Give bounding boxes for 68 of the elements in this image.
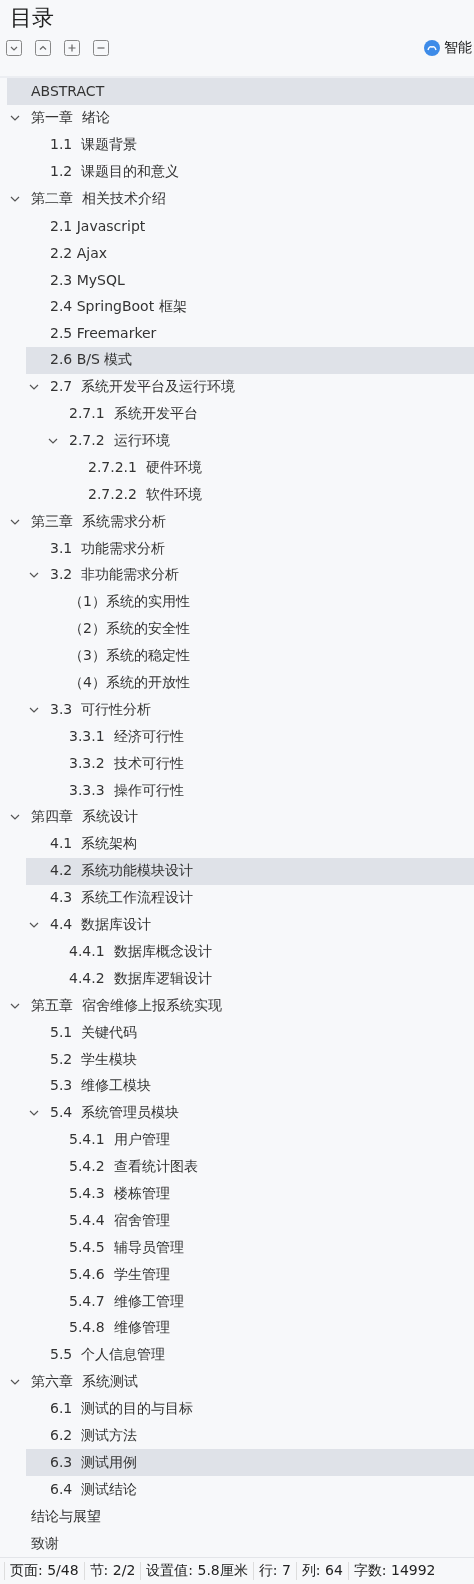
toc-entry[interactable]: （2）系统的安全性 — [45, 615, 474, 643]
toc-entry[interactable]: 第五章 宿舍维修上报系统实现 — [7, 992, 474, 1020]
toc-entry[interactable]: 2.2 Ajax — [26, 239, 474, 267]
toc-entry[interactable]: 6.1 测试的目的与目标 — [26, 1395, 474, 1423]
toc-entry[interactable]: （3）系统的稳定性 — [45, 642, 474, 670]
toc-entry[interactable]: 第四章 系统设计 — [7, 804, 474, 831]
toc-entry[interactable]: 2.7.1 系统开发平台 — [45, 400, 474, 428]
toc-entry[interactable]: 2.7.2.2 软件环境 — [64, 481, 474, 509]
plus-icon[interactable] — [64, 40, 80, 56]
toc-entry[interactable]: 4.4.2 数据库逻辑设计 — [45, 965, 474, 993]
toc-entry[interactable]: 5.4.6 学生管理 — [45, 1261, 474, 1289]
toc-entry[interactable]: （1）系统的实用性 — [45, 588, 474, 616]
toc-entry[interactable]: 4.3 系统工作流程设计 — [26, 884, 474, 912]
toc-entry[interactable]: 5.4.3 楼栋管理 — [45, 1180, 474, 1208]
toc-entry[interactable]: 3.3.3 操作可行性 — [45, 777, 474, 805]
toc-entry[interactable]: 6.4 测试结论 — [26, 1476, 474, 1504]
panel-title: 目录 — [9, 4, 54, 32]
toc-entry[interactable]: ABSTRACT — [7, 78, 474, 105]
toc-entry[interactable]: 第二章 相关技术介绍 — [7, 185, 474, 213]
toc-entry[interactable]: 4.2 系统功能模块设计 — [26, 857, 474, 885]
status-item: 行: 7 — [252, 1562, 296, 1580]
toc-entry[interactable]: 3.3.2 技术可行性 — [45, 750, 474, 778]
toc-entry[interactable]: 第三章 系统需求分析 — [7, 508, 474, 536]
toc-entry[interactable]: 2.6 B/S 模式 — [26, 346, 474, 374]
status-item: 列: 64 — [295, 1562, 348, 1580]
toc-entry[interactable]: 4.1 系统架构 — [26, 830, 474, 858]
toc-entry[interactable]: 2.7 系统开发平台及运行环境 — [26, 373, 474, 401]
toc-entry[interactable]: 3.3 可行性分析 — [26, 696, 474, 724]
toc-entry[interactable]: 5.1 关键代码 — [26, 1019, 474, 1047]
toc-entry[interactable]: 1.2 课题目的和意义 — [26, 158, 474, 186]
toc-entry[interactable]: （4）系统的开放性 — [45, 669, 474, 697]
toc-entry[interactable]: 5.2 学生模块 — [26, 1046, 474, 1073]
toc-entry[interactable]: 2.3 MySQL — [26, 266, 474, 294]
smart-assistant-button[interactable]: 智能 — [424, 39, 472, 57]
toc-entry[interactable]: 6.3 测试用例 — [26, 1449, 474, 1477]
toc-entry[interactable]: 5.4 系统管理员模块 — [26, 1099, 474, 1127]
toc-entry[interactable]: 3.2 非功能需求分析 — [26, 562, 474, 589]
toc-entry[interactable]: 2.7.2 运行环境 — [45, 427, 474, 455]
toc-entry[interactable]: 5.5 个人信息管理 — [26, 1341, 474, 1369]
toc-entry[interactable]: 3.3.1 经济可行性 — [45, 723, 474, 751]
collapse-all-icon[interactable] — [35, 40, 51, 56]
toc-entry[interactable]: 5.4.7 维修工管理 — [45, 1288, 474, 1315]
toc-entry[interactable]: 2.5 Freemarker — [26, 320, 474, 347]
toc-entry[interactable]: 5.4.8 维修管理 — [45, 1314, 474, 1342]
status-item: 页面: 5/48 — [4, 1562, 84, 1580]
toc-entry[interactable]: 第六章 系统测试 — [7, 1368, 474, 1396]
toc-entry[interactable]: 第一章 绪论 — [7, 104, 474, 132]
toc-entry[interactable]: 致谢 — [7, 1530, 474, 1557]
toc-entry[interactable]: 1.1 课题背景 — [26, 131, 474, 159]
cloud-icon — [424, 40, 440, 56]
toc-entry[interactable]: 5.4.4 宿舍管理 — [45, 1207, 474, 1235]
status-item: 字数: 14992 — [347, 1562, 441, 1580]
toc-entry[interactable]: 6.2 测试方法 — [26, 1422, 474, 1450]
toc-entry[interactable]: 2.7.2.1 硬件环境 — [64, 454, 474, 482]
toc-entry[interactable]: 4.4 数据库设计 — [26, 911, 474, 939]
minus-icon[interactable] — [93, 40, 109, 56]
toc-entry[interactable]: 3.1 功能需求分析 — [26, 535, 474, 563]
toc-entry[interactable]: 5.3 维修工模块 — [26, 1072, 474, 1100]
status-item: 节: 2/2 — [83, 1562, 141, 1580]
toc-entry[interactable]: 2.1 Javascript — [26, 212, 474, 240]
toc-entry[interactable]: 5.4.2 查看统计图表 — [45, 1153, 474, 1181]
status-item: 设置值: 5.8厘米 — [140, 1562, 253, 1580]
toc-entry[interactable]: 5.4.5 辅导员管理 — [45, 1234, 474, 1262]
toc-entry[interactable]: 5.4.1 用户管理 — [45, 1126, 474, 1154]
toc-entry[interactable]: 2.4 SpringBoot 框架 — [26, 293, 474, 320]
toc-entry[interactable]: 4.4.1 数据库概念设计 — [45, 938, 474, 966]
expand-all-icon[interactable] — [6, 40, 22, 56]
toc-entry[interactable]: 结论与展望 — [7, 1503, 474, 1531]
